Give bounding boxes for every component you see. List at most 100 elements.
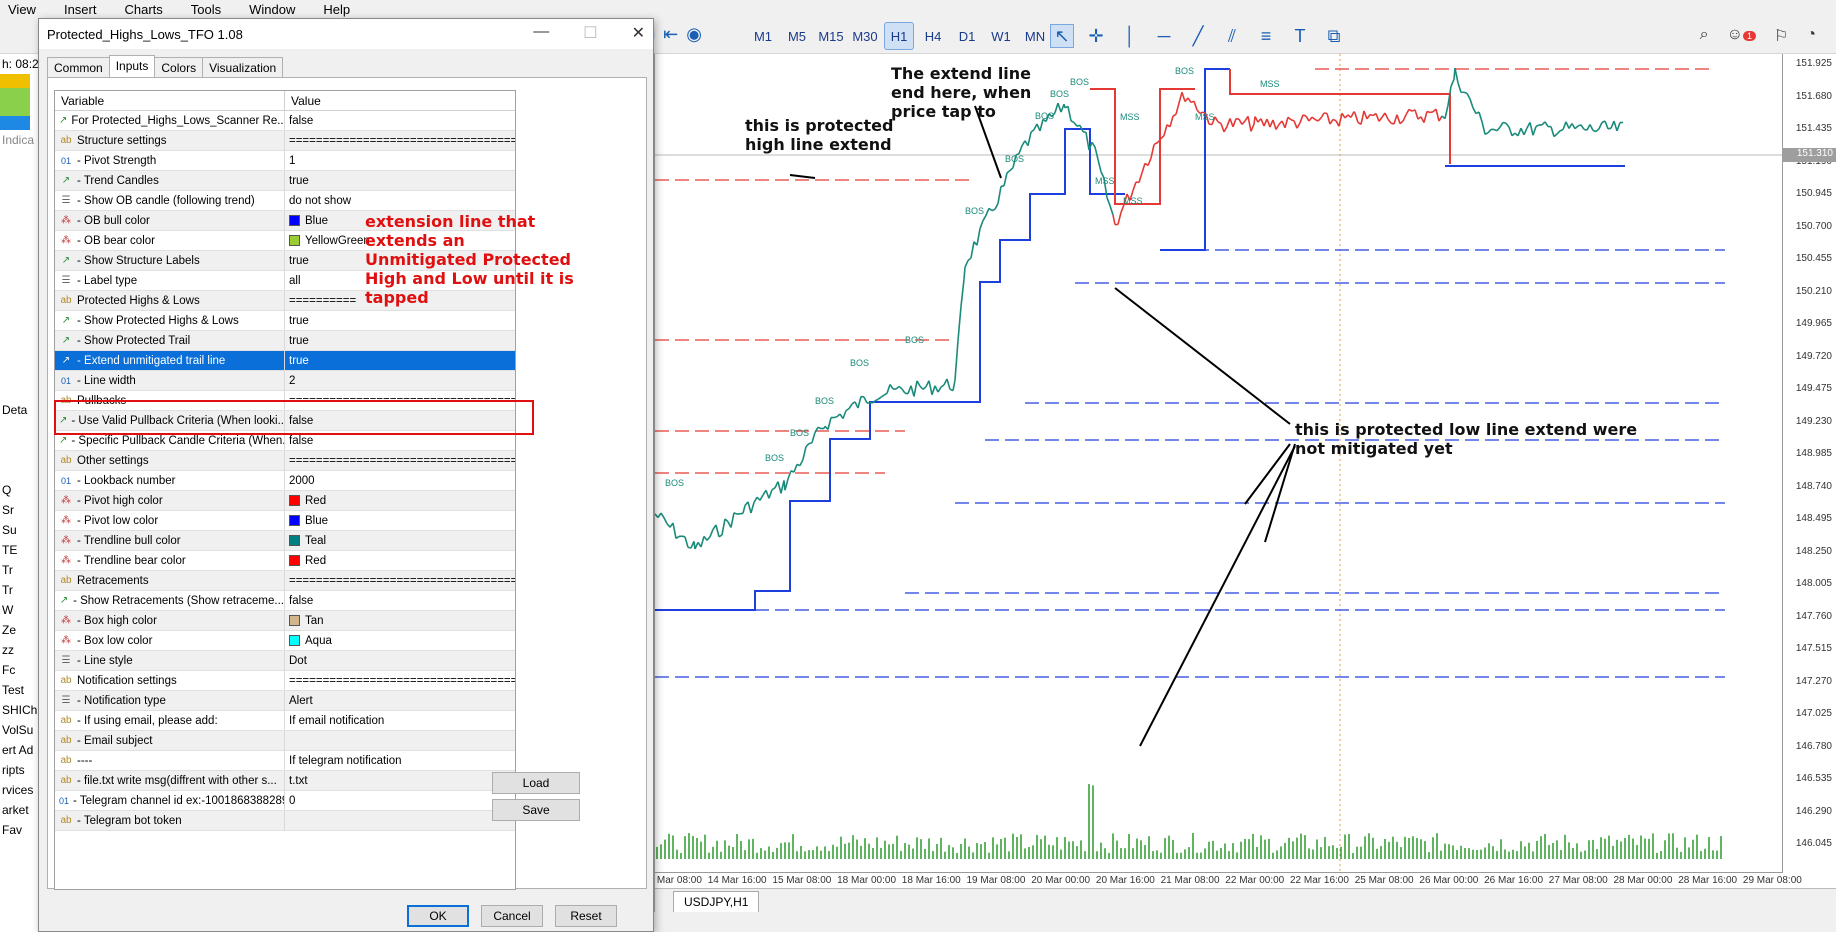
sidebar-item[interactable]: zz [0, 640, 39, 660]
input-value-cell[interactable]: ==================================... [285, 131, 515, 150]
sidebar-item[interactable]: Test [0, 680, 39, 700]
input-row[interactable]: ab Notification settings =================… [55, 671, 515, 691]
timeframe-m1[interactable]: M1 [748, 22, 778, 50]
column-header-variable[interactable]: Variable [55, 91, 285, 110]
vertical-line-icon[interactable]: │ [1118, 24, 1142, 48]
text-icon[interactable]: T [1288, 24, 1312, 48]
fibonacci-icon[interactable]: ≡ [1254, 24, 1278, 48]
menu-window[interactable]: Window [249, 2, 295, 17]
signal-icon[interactable]: ⚐ [1774, 26, 1788, 46]
input-value-cell[interactable]: 2 [285, 371, 515, 390]
input-value-cell[interactable]: 2000 [285, 471, 515, 490]
chart-tab-usdjpy[interactable]: USDJPY,H1 [673, 891, 760, 912]
dialog-titlebar[interactable]: Protected_Highs_Lows_TFO 1.08 — ☐ ✕ [39, 19, 653, 49]
load-button[interactable]: Load [492, 772, 580, 794]
screenshot-icon[interactable]: ◉ [686, 24, 702, 45]
input-value-cell[interactable]: do not show [285, 191, 515, 210]
input-value-cell[interactable]: Alert [285, 691, 515, 710]
chart-canvas[interactable]: BOSBOSBOSBOSBOSBOSBOSBOSBOSBOSBOSBOSMSSM… [655, 54, 1783, 884]
input-row[interactable]: ⁂ - Trendline bear color Red [55, 551, 515, 571]
sidebar-details-tab[interactable]: Deta [0, 400, 39, 420]
menu-view[interactable]: View [8, 2, 36, 17]
account-icon[interactable]: ◔ [1806, 26, 1816, 46]
tab-inputs[interactable]: Inputs [108, 55, 156, 78]
input-value-cell[interactable]: If telegram notification [285, 751, 515, 770]
timeframe-d1[interactable]: D1 [952, 22, 982, 50]
horizontal-line-icon[interactable]: ─ [1152, 24, 1176, 48]
input-value-cell[interactable]: 1 [285, 151, 515, 170]
input-row[interactable]: ⁂ - Box high color Tan [55, 611, 515, 631]
trendline-icon[interactable]: ╱ [1186, 24, 1210, 48]
sidebar-item[interactable]: SHICh [0, 700, 39, 720]
minimize-icon[interactable]: — [533, 23, 549, 43]
input-value-cell[interactable]: true [285, 331, 515, 350]
timeframe-w1[interactable]: W1 [986, 22, 1016, 50]
input-value-cell[interactable]: Tan [285, 611, 515, 630]
timeframe-mn[interactable]: MN [1020, 22, 1050, 50]
input-row[interactable]: 01 - Lookback number 2000 [55, 471, 515, 491]
sidebar-item[interactable]: W [0, 600, 39, 620]
input-row[interactable]: ↗ - Show Protected Trail true [55, 331, 515, 351]
close-icon[interactable]: ✕ [632, 23, 645, 43]
input-value-cell[interactable]: t.txt [285, 771, 515, 790]
input-value-cell[interactable]: ==================================... [285, 671, 515, 690]
sidebar-item[interactable]: Q [0, 480, 39, 500]
crosshair-icon[interactable]: ✛ [1084, 24, 1108, 48]
input-row[interactable]: ab - Telegram bot token [55, 811, 515, 831]
sidebar-item[interactable]: Ze [0, 620, 39, 640]
input-row[interactable]: ↗ - Show Protected Highs & Lows true [55, 311, 515, 331]
column-header-value[interactable]: Value [285, 91, 515, 110]
autoscroll-icon[interactable]: ⇤ [663, 24, 678, 45]
sidebar-item[interactable]: ert Ad [0, 740, 39, 760]
input-row[interactable]: ↗ - Trend Candles true [55, 171, 515, 191]
menu-insert[interactable]: Insert [64, 2, 97, 17]
input-value-cell[interactable]: true [285, 311, 515, 330]
input-value-cell[interactable]: false [285, 591, 515, 610]
input-value-cell[interactable]: 0 [285, 791, 515, 810]
sidebar-item[interactable]: Fc [0, 660, 39, 680]
input-value-cell[interactable]: Teal [285, 531, 515, 550]
sidebar-item[interactable]: Su [0, 520, 39, 540]
sidebar-item[interactable]: Fav [0, 820, 39, 840]
input-row[interactable]: ↗ For Protected_Highs_Lows_Scanner Re... f… [55, 111, 515, 131]
timeframe-m30[interactable]: M30 [850, 22, 880, 50]
input-row[interactable]: ☰ - Notification type Alert [55, 691, 515, 711]
input-value-cell[interactable] [285, 811, 515, 830]
timeframe-h1[interactable]: H1 [884, 22, 914, 50]
input-value-cell[interactable]: Aqua [285, 631, 515, 650]
input-row[interactable]: ab - file.txt write msg(diffrent with oth… [55, 771, 515, 791]
sidebar-item[interactable]: ripts [0, 760, 39, 780]
input-value-cell[interactable] [285, 731, 515, 750]
input-row[interactable]: ↗ - Extend unmitigated trail line true [55, 351, 515, 371]
save-button[interactable]: Save [492, 799, 580, 821]
input-value-cell[interactable]: ==================================... [285, 571, 515, 590]
sidebar-item[interactable]: Tr [0, 580, 39, 600]
timeframe-m15[interactable]: M15 [816, 22, 846, 50]
price-axis[interactable]: 151.925151.680151.435151.190150.945150.7… [1782, 54, 1836, 884]
input-row[interactable]: ⁂ - Pivot high color Red [55, 491, 515, 511]
input-row[interactable]: 01- Telegram channel id ex:-100186838828… [55, 791, 515, 811]
input-value-cell[interactable]: false [285, 111, 515, 130]
input-row[interactable]: ☰ - Show OB candle (following trend) do no… [55, 191, 515, 211]
search-icon[interactable]: ⌕ [1700, 26, 1709, 46]
input-value-cell[interactable]: Dot [285, 651, 515, 670]
menu-tools[interactable]: Tools [191, 2, 221, 17]
input-row[interactable]: ☰ - Line style Dot [55, 651, 515, 671]
shapes-icon[interactable]: ⧉ [1322, 24, 1346, 48]
input-value-cell[interactable]: true [285, 351, 515, 370]
input-value-cell[interactable]: Red [285, 551, 515, 570]
menu-charts[interactable]: Charts [124, 2, 162, 17]
timeframe-h4[interactable]: H4 [918, 22, 948, 50]
input-value-cell[interactable]: Blue [285, 511, 515, 530]
input-row[interactable]: 01 - Pivot Strength 1 [55, 151, 515, 171]
input-row[interactable]: 01 - Line width 2 [55, 371, 515, 391]
input-value-cell[interactable]: If email notification [285, 711, 515, 730]
input-row[interactable]: ↗ - Show Retracements (Show retraceme... f… [55, 591, 515, 611]
cancel-button[interactable]: Cancel [481, 905, 543, 927]
sidebar-item[interactable]: rvices [0, 780, 39, 800]
input-row[interactable]: ⁂ - Box low color Aqua [55, 631, 515, 651]
input-row[interactable]: ab Retracements ==========================… [55, 571, 515, 591]
input-row[interactable]: ab Other settings ========================… [55, 451, 515, 471]
sidebar-item[interactable]: VolSu [0, 720, 39, 740]
reset-button[interactable]: Reset [555, 905, 617, 927]
